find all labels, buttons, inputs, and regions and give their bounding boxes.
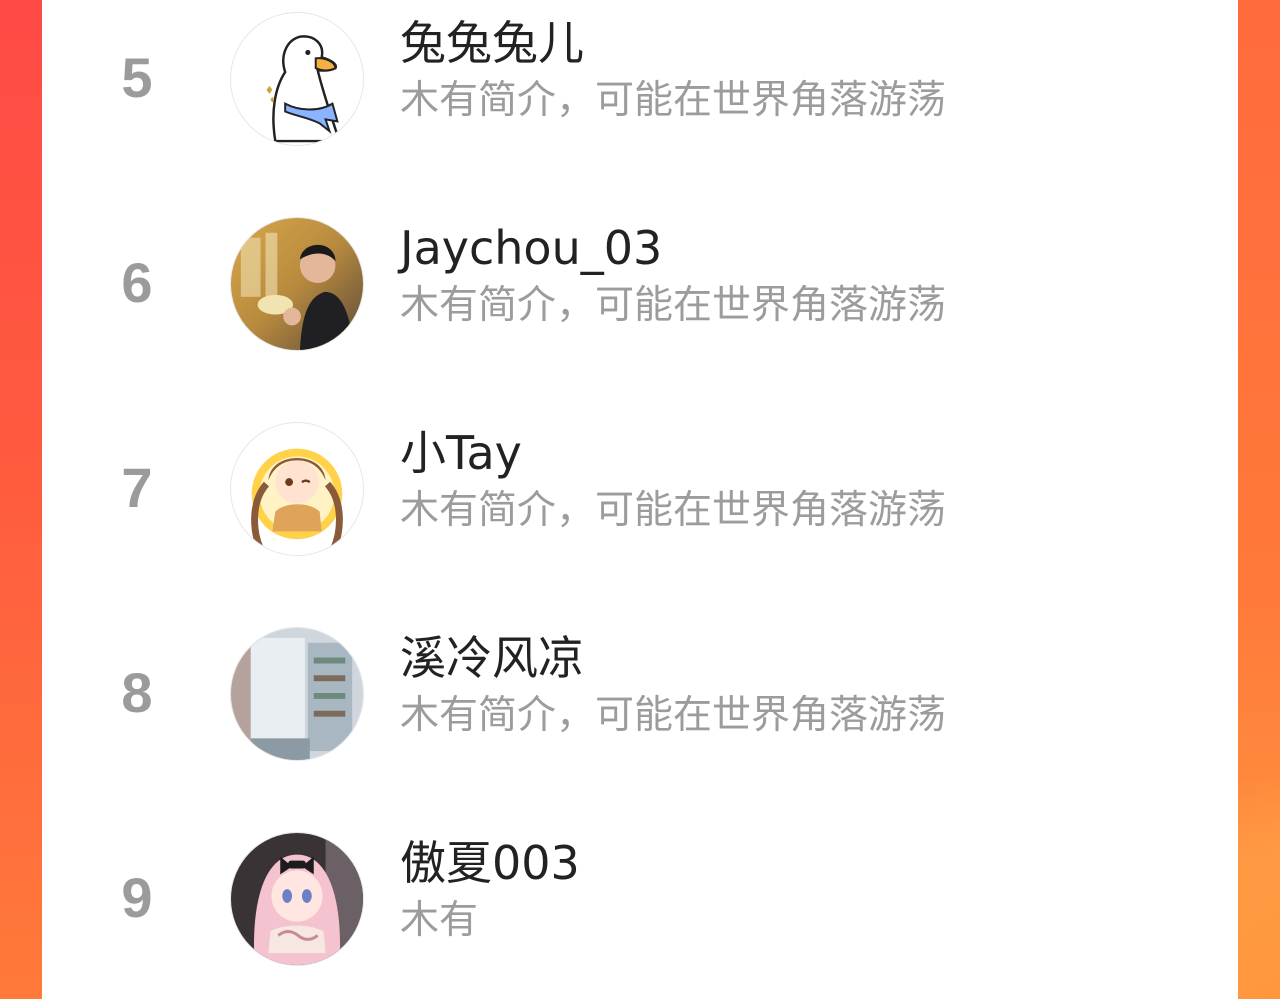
anime-pink-hair-avatar-icon[interactable] [230,832,364,966]
background-glow [1238,780,1280,999]
list-item[interactable]: 8 溪冷风凉 木有简介，可能在世界角落游荡 [42,615,1238,795]
ranking-page: 5 兔兔兔儿 木有简介，可能在世界角落游荡 6 Jaychou_03 木有简介，… [0,0,1280,999]
list-item[interactable]: 9 傲夏003 木有 [42,820,1238,999]
rank-number: 7 [121,456,153,519]
room-photo-avatar-icon[interactable] [230,627,364,761]
list-item[interactable]: 5 兔兔兔儿 木有简介，可能在世界角落游荡 [42,0,1238,180]
user-bio: 木有简介，可能在世界角落游荡 [400,693,947,738]
user-bio: 木有简介，可能在世界角落游荡 [400,78,947,123]
user-bio: 木有 [400,898,479,943]
list-item[interactable]: 6 Jaychou_03 木有简介，可能在世界角落游荡 [42,205,1238,385]
user-bio: 木有简介，可能在世界角落游荡 [400,488,947,533]
rank-number: 9 [121,866,153,929]
user-name[interactable]: 小Tay [400,428,522,479]
user-name[interactable]: 溪冷风凉 [400,633,584,684]
anime-girl-avatar-icon[interactable] [230,422,364,556]
background-edge-right [1238,0,1280,999]
user-bio: 木有简介，可能在世界角落游荡 [400,283,947,328]
list-item[interactable]: 7 小Tay 木有简介，可能在世界角落游荡 [42,410,1238,590]
user-name[interactable]: Jaychou_03 [400,223,662,274]
user-name[interactable]: 兔兔兔儿 [400,18,584,69]
rank-number: 6 [121,251,153,314]
photo-avatar-icon[interactable] [230,217,364,351]
user-name[interactable]: 傲夏003 [400,838,580,889]
rank-number: 8 [121,661,153,724]
duck-avatar-icon[interactable] [230,12,364,146]
user-ranking-list: 5 兔兔兔儿 木有简介，可能在世界角落游荡 6 Jaychou_03 木有简介，… [42,0,1238,999]
rank-number: 5 [121,46,153,109]
